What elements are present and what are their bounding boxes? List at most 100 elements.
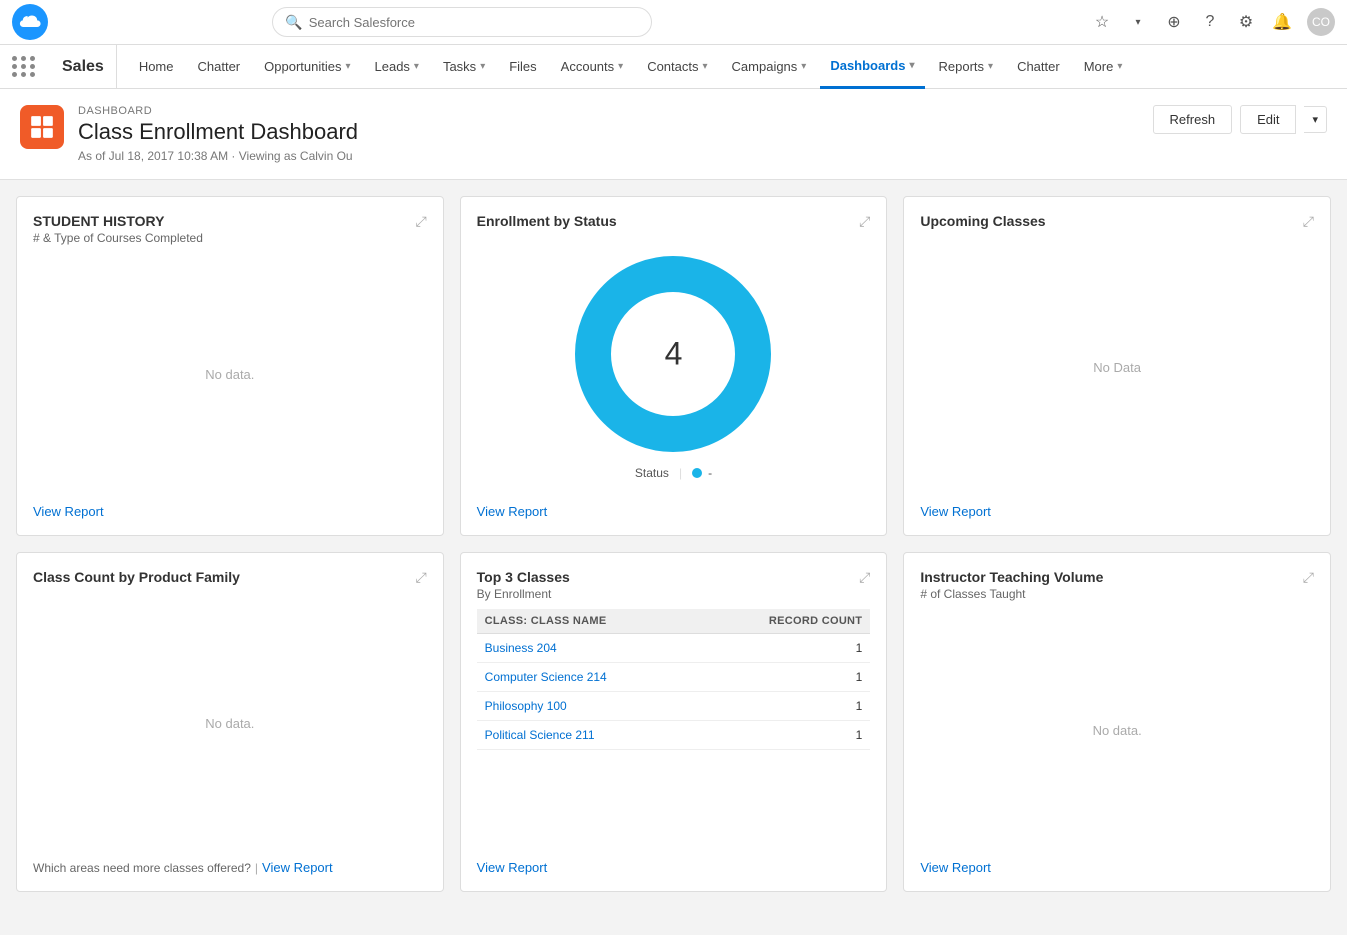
record-count-cell: 1 — [696, 721, 870, 750]
dashboard-header: DASHBOARD Class Enrollment Dashboard As … — [0, 89, 1347, 180]
campaigns-chevron: ▾ — [801, 61, 806, 72]
class-name-cell: Political Science 211 — [477, 721, 697, 750]
class-name-link[interactable]: Computer Science 214 — [485, 670, 607, 684]
dashboards-chevron: ▾ — [909, 60, 914, 71]
view-report-instructor[interactable]: View Report — [920, 860, 991, 875]
view-report-enrollment[interactable]: View Report — [477, 504, 548, 519]
record-count-cell: 1 — [696, 692, 870, 721]
record-count-cell: 1 — [696, 663, 870, 692]
nav-tasks[interactable]: Tasks ▾ — [433, 45, 495, 89]
view-report-top3[interactable]: View Report — [477, 860, 548, 875]
avatar[interactable]: CO — [1307, 8, 1335, 36]
class-count-card: Class Count by Product Family No data. W… — [16, 552, 444, 892]
legend-dot-label: - — [708, 466, 712, 480]
favorites-icon[interactable]: ☆ — [1091, 11, 1113, 33]
nav-campaigns[interactable]: Campaigns ▾ — [722, 45, 817, 89]
card-subtitle-instructor: # of Classes Taught — [920, 587, 1103, 601]
donut-center-value: 4 — [665, 336, 683, 373]
salesforce-logo — [12, 4, 48, 40]
help-icon[interactable]: ? — [1199, 11, 1221, 33]
nav-accounts[interactable]: Accounts ▾ — [551, 45, 634, 89]
expand-icon-top3[interactable] — [859, 569, 870, 586]
view-report-upcoming[interactable]: View Report — [920, 504, 991, 519]
expand-icon-upcoming[interactable] — [1303, 213, 1314, 230]
dashboard-meta: As of Jul 18, 2017 10:38 AM · Viewing as… — [78, 149, 358, 163]
class-name-link[interactable]: Political Science 211 — [485, 728, 595, 742]
notifications-icon[interactable]: 🔔 — [1271, 11, 1293, 33]
edit-button[interactable]: Edit — [1240, 105, 1296, 134]
contacts-chevron: ▾ — [703, 61, 708, 72]
settings-icon[interactable]: ⚙ — [1235, 11, 1257, 33]
instructor-teaching-card: Instructor Teaching Volume # of Classes … — [903, 552, 1331, 892]
add-icon[interactable]: ⊕ — [1163, 11, 1185, 33]
top3-table-wrapper: CLASS: CLASS NAME RECORD COUNT Business … — [477, 609, 871, 848]
table-row: Political Science 211 1 — [477, 721, 871, 750]
nav-bar: Sales Home Chatter Opportunities ▾ Leads… — [0, 45, 1347, 89]
expand-icon-instructor[interactable] — [1303, 569, 1314, 586]
search-input[interactable] — [309, 15, 640, 30]
top3-classes-card: Top 3 Classes By Enrollment CLASS: CLASS… — [460, 552, 888, 892]
card-body-class-count: No data. — [33, 594, 427, 852]
record-count-cell: 1 — [696, 634, 870, 663]
leads-chevron: ▾ — [414, 61, 419, 72]
donut-legend: Status | - — [635, 466, 712, 480]
dashboard-grid: STUDENT HISTORY # & Type of Courses Comp… — [0, 180, 1347, 908]
nav-contacts[interactable]: Contacts ▾ — [637, 45, 717, 89]
card-title-upcoming: Upcoming Classes — [920, 213, 1045, 229]
class-name-cell: Computer Science 214 — [477, 663, 697, 692]
nav-reports[interactable]: Reports ▾ — [929, 45, 1004, 89]
expand-icon-enrollment[interactable] — [859, 213, 870, 230]
nav-opportunities[interactable]: Opportunities ▾ — [254, 45, 360, 89]
dashboard-title: Class Enrollment Dashboard — [78, 119, 358, 145]
expand-icon-class-count[interactable] — [415, 569, 426, 586]
nav-home[interactable]: Home — [129, 45, 184, 89]
nav-files[interactable]: Files — [499, 45, 546, 89]
view-report-class-count[interactable]: View Report — [262, 860, 333, 875]
more-chevron: ▾ — [1117, 61, 1122, 72]
view-report-student-history[interactable]: View Report — [33, 504, 104, 519]
app-launcher-icon[interactable] — [12, 56, 36, 77]
card-subtitle-student-history: # & Type of Courses Completed — [33, 231, 203, 245]
card-title-class-count: Class Count by Product Family — [33, 569, 240, 585]
table-row: Philosophy 100 1 — [477, 692, 871, 721]
class-name-link[interactable]: Philosophy 100 — [485, 699, 567, 713]
card-body-instructor: No data. — [920, 609, 1314, 852]
table-row: Business 204 1 — [477, 634, 871, 663]
card-body-enrollment: 4 Status | - — [477, 238, 871, 496]
search-bar[interactable]: 🔍 — [272, 7, 652, 37]
refresh-button[interactable]: Refresh — [1153, 105, 1233, 134]
app-name: Sales — [50, 45, 117, 89]
search-icon: 🔍 — [285, 14, 302, 31]
table-row: Computer Science 214 1 — [477, 663, 871, 692]
reports-chevron: ▾ — [988, 61, 993, 72]
top-bar: 🔍 ☆ ▾ ⊕ ? ⚙ 🔔 CO — [0, 0, 1347, 45]
card-subtitle-top3: By Enrollment — [477, 587, 570, 601]
class-name-cell: Business 204 — [477, 634, 697, 663]
student-history-card: STUDENT HISTORY # & Type of Courses Comp… — [16, 196, 444, 536]
class-name-cell: Philosophy 100 — [477, 692, 697, 721]
nav-chatter[interactable]: Chatter — [188, 45, 251, 89]
donut-chart: 4 — [573, 254, 773, 454]
nav-chatter2[interactable]: Chatter — [1007, 45, 1070, 89]
dashboard-label: DASHBOARD — [78, 105, 358, 117]
nav-leads[interactable]: Leads ▾ — [365, 45, 429, 89]
card-body-upcoming: No Data — [920, 238, 1314, 496]
edit-caret-button[interactable]: ▾ — [1304, 106, 1327, 133]
card-title-instructor: Instructor Teaching Volume — [920, 569, 1103, 585]
card-title-top3: Top 3 Classes — [477, 569, 570, 585]
legend-dot — [692, 468, 702, 478]
nav-dashboards[interactable]: Dashboards ▾ — [820, 45, 924, 89]
card-body-student-history: No data. — [33, 253, 427, 496]
accounts-chevron: ▾ — [618, 61, 623, 72]
top-right-icons: ☆ ▾ ⊕ ? ⚙ 🔔 CO — [1091, 8, 1335, 36]
card-title-enrollment: Enrollment by Status — [477, 213, 617, 229]
table-col1-header: CLASS: CLASS NAME — [477, 609, 697, 634]
class-count-footer-text: Which areas need more classes offered? — [33, 861, 251, 875]
class-name-link[interactable]: Business 204 — [485, 641, 557, 655]
opportunities-chevron: ▾ — [345, 61, 350, 72]
dashboard-icon — [20, 105, 64, 149]
expand-icon-student-history[interactable] — [415, 213, 426, 230]
nav-more[interactable]: More ▾ — [1074, 45, 1133, 89]
table-col2-header: RECORD COUNT — [696, 609, 870, 634]
favorites-chevron[interactable]: ▾ — [1127, 11, 1149, 33]
